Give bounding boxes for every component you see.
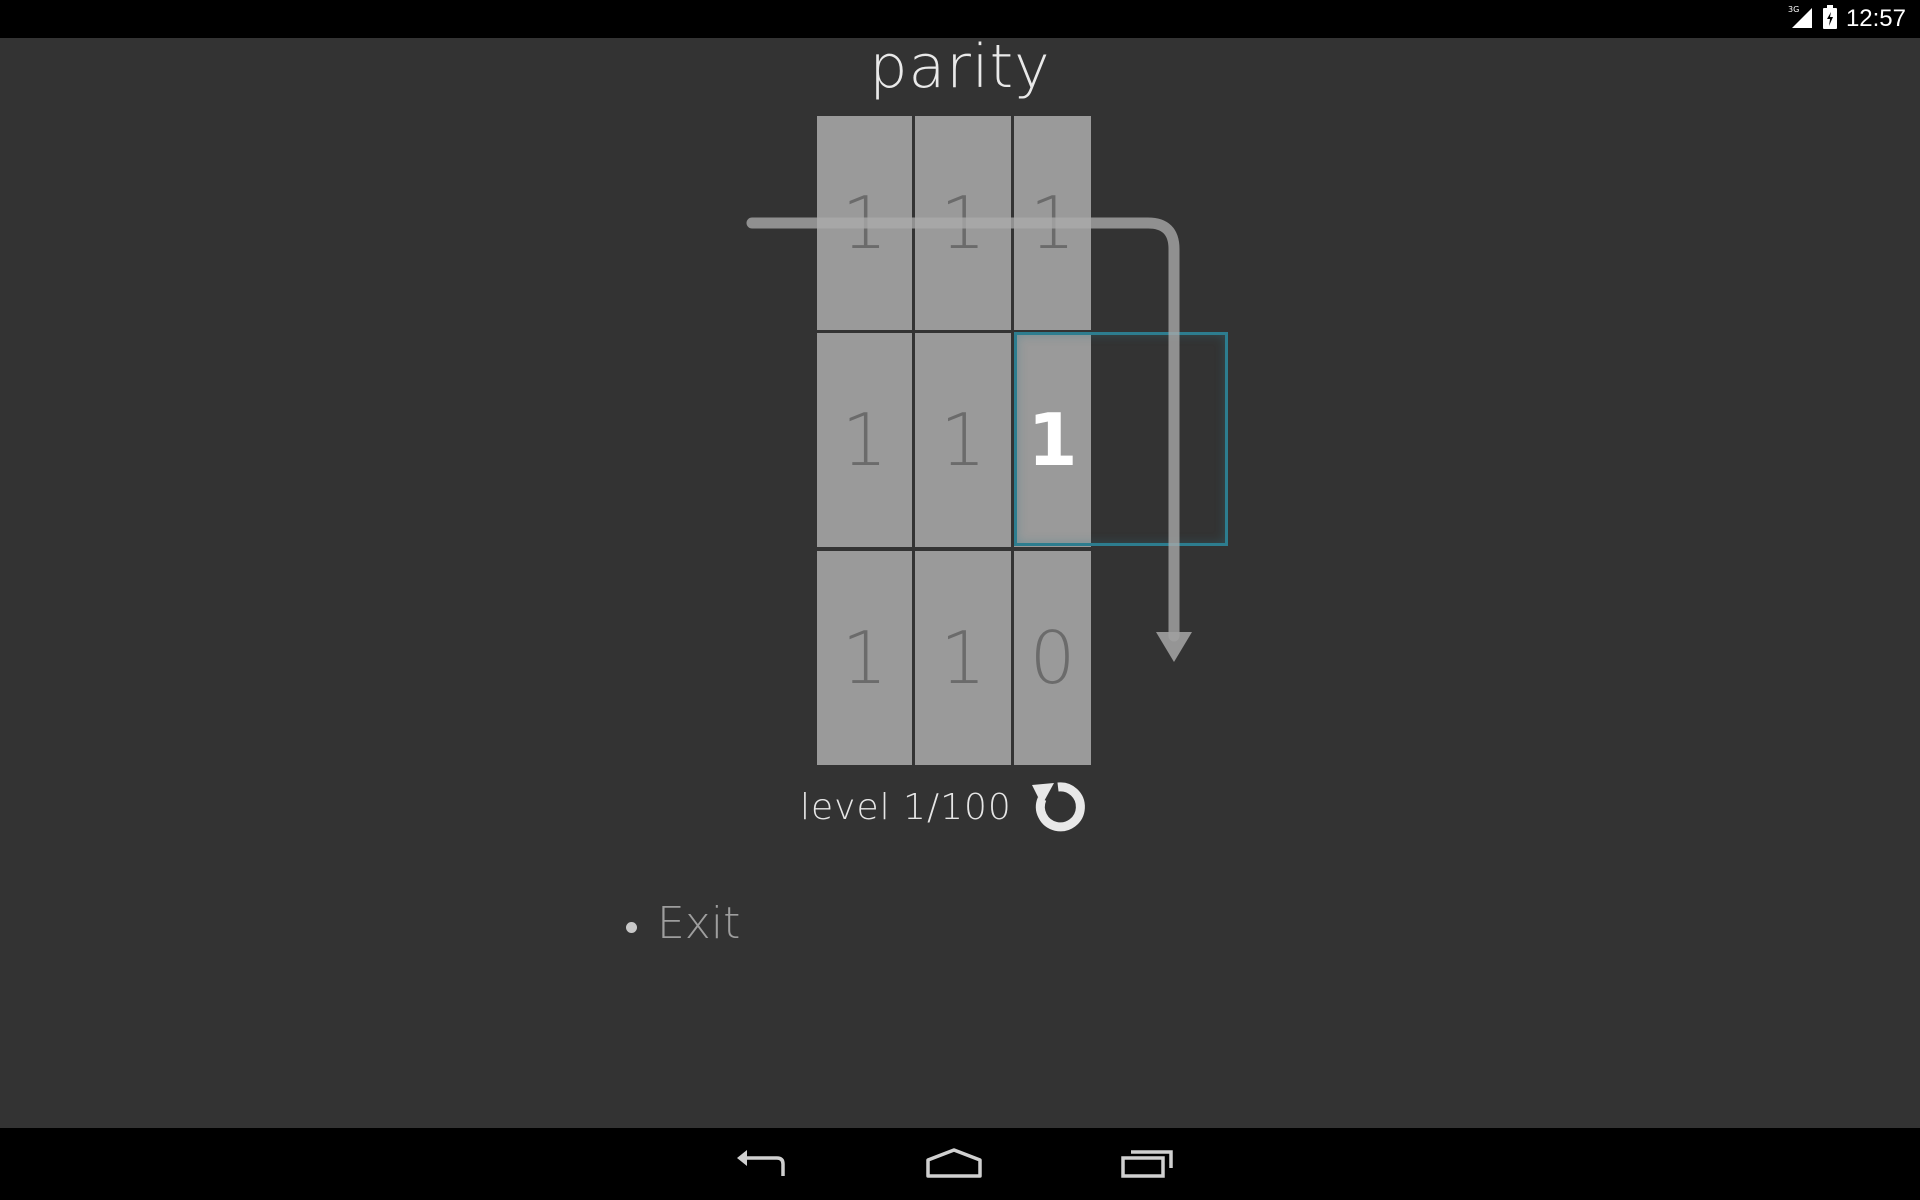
selection-cursor[interactable] (1014, 332, 1228, 546)
navigation-bar (0, 1128, 1920, 1200)
restart-icon (1031, 782, 1085, 832)
exit-button[interactable]: Exit (657, 898, 740, 949)
level-row: level 1/100 (800, 772, 1088, 842)
grid-cell-1-0[interactable]: 1 (817, 333, 912, 547)
home-icon (926, 1148, 982, 1178)
back-button[interactable] (725, 1140, 797, 1188)
grid-cell-2-2[interactable]: 0 (1014, 551, 1091, 765)
recents-icon (1121, 1150, 1173, 1178)
recents-button[interactable] (1112, 1140, 1184, 1188)
home-button[interactable] (918, 1140, 990, 1188)
level-indicator: level 1/100 (800, 786, 1012, 828)
grid-cell-0-2[interactable]: 1 (1014, 116, 1091, 330)
back-icon (737, 1150, 785, 1176)
restart-button[interactable] (1028, 777, 1088, 837)
menu-list: Exit (626, 898, 740, 949)
grid-cell-2-1[interactable]: 1 (915, 551, 1011, 765)
grid-cell-0-0[interactable]: 1 (817, 116, 912, 330)
bullet-icon (626, 922, 637, 933)
grid-cell-0-1[interactable]: 1 (915, 116, 1011, 330)
grid-cell-2-0[interactable]: 1 (817, 551, 912, 765)
game-board: 1 1 1 1 1 1 1 1 0 (0, 0, 1920, 1200)
grid-cell-1-1[interactable]: 1 (915, 333, 1011, 547)
